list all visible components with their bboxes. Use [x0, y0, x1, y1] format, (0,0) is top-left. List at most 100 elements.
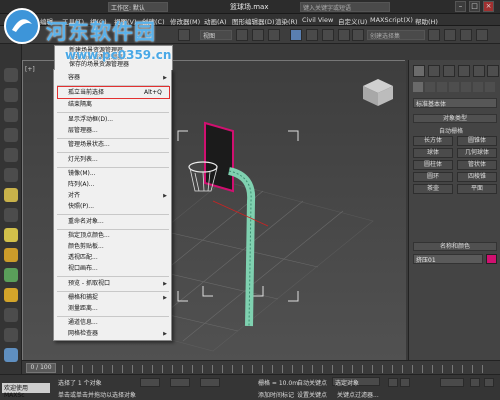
menu-item-rename-objects[interactable]: 重命名对象... — [68, 217, 104, 227]
menu-item-align[interactable]: 对齐 — [68, 191, 80, 201]
spinner-snap-icon[interactable] — [338, 29, 350, 41]
menu-item-snapshot[interactable]: 快照(P)... — [68, 202, 94, 212]
x-coord-field[interactable] — [140, 378, 160, 387]
torus-icon[interactable] — [4, 228, 18, 242]
cube-icon[interactable] — [4, 88, 18, 102]
object-color-swatch[interactable] — [486, 254, 497, 264]
menu-rendering[interactable]: 渲染(R) — [275, 16, 298, 26]
pan-icon[interactable] — [484, 378, 494, 387]
menu-group[interactable]: 组(G) — [90, 16, 107, 26]
menu-maxscript[interactable]: MAXScript(X) — [370, 16, 413, 24]
coin-icon[interactable] — [4, 288, 18, 302]
menu-item-light-lister[interactable]: 灯光列表... — [68, 155, 98, 165]
keyboard-shortcut-icon[interactable] — [268, 29, 280, 41]
menu-item-assign-vertex-colors[interactable]: 指定顶点颜色... — [68, 231, 110, 241]
percent-snap-icon[interactable] — [322, 29, 334, 41]
cameras-icon[interactable] — [449, 82, 459, 92]
menu-item-manage-scene-states[interactable]: 管理场景状态... — [68, 140, 110, 150]
menu-graph-editors[interactable]: 图形编辑器(D) — [232, 16, 275, 26]
close-icon[interactable]: × — [483, 1, 494, 12]
current-frame-field[interactable] — [440, 378, 464, 387]
menu-item-isolate-selection[interactable]: 孤立当前选择 — [68, 88, 104, 98]
brush-icon[interactable] — [4, 328, 18, 342]
geosphere-button[interactable]: 几何球体 — [457, 148, 497, 158]
reference-coordinate-dropdown[interactable]: 视图 — [200, 30, 232, 40]
key-filters-button[interactable]: 关键点过滤器... — [337, 390, 379, 399]
menu-item-end-isolate[interactable]: 结束隔离 — [68, 100, 92, 110]
time-slider[interactable]: 0 / 100 — [26, 363, 56, 373]
ribbon-icon[interactable] — [4, 348, 18, 362]
menu-item-color-clipboard[interactable]: 颜色剪贴板... — [68, 242, 104, 252]
selected-dropdown[interactable]: 选定对象 — [332, 377, 380, 387]
torus-button[interactable]: 圆环 — [413, 172, 453, 182]
lights-icon[interactable] — [437, 82, 447, 92]
display-tab-icon[interactable] — [473, 65, 485, 77]
spacewarps-icon[interactable] — [473, 82, 483, 92]
cylinder-icon[interactable] — [4, 208, 18, 222]
selection-set-dropdown[interactable]: 创建选择集 — [367, 30, 425, 40]
pivot-icon[interactable] — [236, 29, 248, 41]
plant-icon[interactable] — [4, 268, 18, 282]
geometry-icon[interactable] — [413, 82, 423, 92]
zoom-icon[interactable] — [470, 378, 480, 387]
utilities-tab-icon[interactable] — [487, 65, 499, 77]
menu-views[interactable]: 视图(V) — [114, 16, 137, 26]
minimize-icon[interactable]: – — [455, 1, 466, 12]
menu-item-layer-manager[interactable]: 层管理器... — [68, 126, 98, 136]
menu-item-grab-viewport[interactable]: 预览 - 抓取视口 — [68, 279, 110, 289]
set-key-button[interactable]: 设置关键点 — [297, 390, 327, 399]
menu-item-perspective-match[interactable]: 透视匹配... — [68, 253, 98, 263]
menu-item-viewport-canvas[interactable]: 视口画布... — [68, 264, 98, 274]
menu-help[interactable]: 帮助(H) — [415, 16, 438, 26]
edit-named-selection-icon[interactable] — [352, 29, 364, 41]
create-tab-icon[interactable] — [413, 65, 425, 77]
pyramid-button[interactable]: 四棱锥 — [457, 172, 497, 182]
angle-snap-icon[interactable] — [306, 29, 318, 41]
align-icon[interactable] — [444, 29, 456, 41]
menu-item-array[interactable]: 阵列(A)... — [68, 180, 95, 190]
auto-key-button[interactable]: 自动关键点 — [297, 378, 327, 387]
reference-icon[interactable] — [178, 29, 190, 41]
cylinder-button[interactable]: 圆柱体 — [413, 160, 453, 170]
maxscript-listener[interactable]: 欢迎使用 MAXSc — [2, 383, 50, 399]
object-type-rollout[interactable]: 对象类型 — [413, 114, 497, 123]
box-button[interactable]: 长方体 — [413, 136, 453, 146]
menu-create[interactable]: 创建(C) — [142, 16, 165, 26]
teapot-button[interactable]: 茶壶 — [413, 184, 453, 194]
menu-item-grids-and-snaps[interactable]: 栅格和捕捉 — [68, 293, 98, 303]
modify-tab-icon[interactable] — [428, 65, 440, 77]
primitive-type-dropdown[interactable]: 标准基本体 — [413, 98, 497, 108]
y-coord-field[interactable] — [170, 378, 190, 387]
object-name-input[interactable]: 挤压01 — [413, 254, 483, 264]
auto-grid-checkbox[interactable]: 自动栅格 — [439, 126, 463, 135]
helpers-icon[interactable] — [461, 82, 471, 92]
search-input[interactable]: 键入关键字或短语 — [300, 2, 390, 12]
teapot-icon[interactable] — [4, 248, 18, 262]
hierarchy-tab-icon[interactable] — [443, 65, 455, 77]
menu-item-display-floater[interactable]: 显示浮动框(D)... — [68, 115, 113, 125]
next-frame-icon[interactable] — [400, 378, 410, 387]
sphere-button[interactable]: 球体 — [413, 148, 453, 158]
menu-item-channel-info[interactable]: 通道信息... — [68, 318, 98, 328]
menu-item-mesh-inspector[interactable]: 网格检查器 — [68, 329, 98, 339]
name-color-rollout[interactable]: 名称和颜色 — [413, 242, 497, 251]
motion-tab-icon[interactable] — [458, 65, 470, 77]
helper-icon[interactable] — [4, 168, 18, 182]
viewport-label[interactable]: [+] — [25, 66, 35, 73]
particle-icon[interactable] — [4, 308, 18, 322]
menu-customize[interactable]: 自定义(U) — [338, 16, 367, 26]
menu-item-measure-distance[interactable]: 测量距离... — [68, 304, 98, 314]
camera-icon[interactable] — [4, 148, 18, 162]
menu-tools[interactable]: 工具(T) — [62, 16, 84, 26]
maximize-icon[interactable]: □ — [469, 1, 480, 12]
menu-modifiers[interactable]: 修改器(M) — [170, 16, 200, 26]
snap-icon[interactable] — [290, 29, 302, 41]
sphere-icon[interactable] — [4, 188, 18, 202]
play-icon[interactable] — [388, 378, 398, 387]
mirror-icon[interactable] — [428, 29, 440, 41]
material-editor-icon[interactable] — [476, 29, 488, 41]
cone-button[interactable]: 圆锥体 — [457, 136, 497, 146]
menu-item-mirror[interactable]: 镜像(M)... — [68, 169, 96, 179]
select-manipulate-icon[interactable] — [252, 29, 264, 41]
menu-item-containers[interactable]: 容器 — [68, 73, 80, 83]
